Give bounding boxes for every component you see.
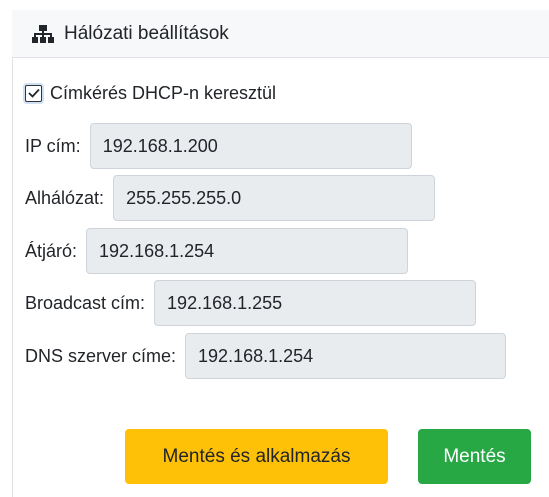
panel-title: Hálózati beállítások — [64, 22, 229, 44]
ip-address-input[interactable]: 192.168.1.200 — [89, 123, 412, 169]
save-and-apply-button[interactable]: Mentés és alkalmazás — [125, 429, 388, 484]
subnet-label: Alhálózat: — [25, 187, 105, 208]
dhcp-checkbox[interactable] — [25, 84, 42, 102]
panel-header: Hálózati beállítások — [12, 10, 549, 58]
checkmark-icon — [27, 88, 40, 98]
subnet-row: Alhálózat: 255.255.255.0 — [25, 175, 436, 221]
broadcast-row: Broadcast cím: 192.168.1.255 — [25, 280, 477, 326]
network-icon — [32, 24, 54, 43]
ip-address-label: IP cím: — [25, 135, 81, 156]
dns-label: DNS szerver címe: — [25, 345, 177, 366]
network-settings-panel: Hálózati beállítások Címkérés DHCP-n ker… — [0, 0, 549, 497]
gateway-row: Átjáró: 192.168.1.254 — [25, 228, 409, 274]
gateway-label: Átjáró: — [25, 240, 78, 261]
save-button[interactable]: Mentés — [418, 429, 531, 484]
dhcp-checkbox-row[interactable]: Címkérés DHCP-n keresztül — [25, 80, 276, 106]
panel-border — [12, 58, 13, 497]
ip-address-row: IP cím: 192.168.1.200 — [25, 123, 412, 169]
broadcast-input[interactable]: 192.168.1.255 — [154, 280, 477, 326]
gateway-input[interactable]: 192.168.1.254 — [86, 228, 409, 274]
dns-row: DNS szerver címe: 192.168.1.254 — [25, 333, 507, 379]
subnet-input[interactable]: 255.255.255.0 — [113, 175, 436, 221]
broadcast-label: Broadcast cím: — [25, 292, 146, 313]
dns-input[interactable]: 192.168.1.254 — [185, 333, 507, 379]
dhcp-label: Címkérés DHCP-n keresztül — [50, 82, 277, 103]
